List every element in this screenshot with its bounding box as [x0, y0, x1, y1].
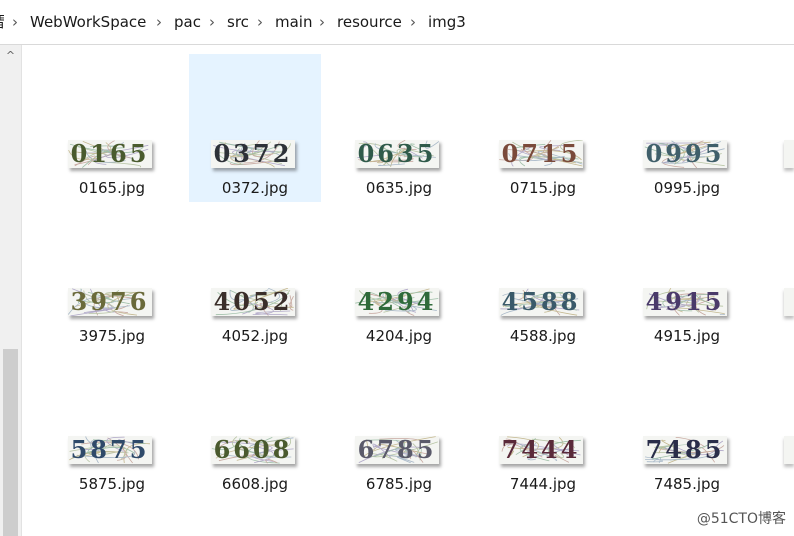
captcha-text: 4052	[213, 288, 293, 316]
file-thumbnail-partial[interactable]	[784, 288, 794, 316]
breadcrumb-separator[interactable]: ›	[410, 12, 416, 32]
captcha-text: 6608	[213, 436, 293, 464]
breadcrumb-item-resource[interactable]: resource	[337, 12, 402, 32]
file-name-label: 0165.jpg	[78, 179, 146, 197]
captcha-text: 0635	[357, 140, 437, 168]
file-name-label: 4915.jpg	[653, 327, 721, 345]
captcha-text: 4915	[645, 288, 725, 316]
file-name-label: 4588.jpg	[509, 327, 577, 345]
captcha-thumbnail[interactable]: 7485	[643, 436, 727, 464]
file-name-label: 4052.jpg	[221, 327, 289, 345]
file-item[interactable]: 5875 5875.jpg	[46, 350, 178, 498]
captcha-text: 7485	[645, 436, 725, 464]
captcha-text: 3976	[70, 288, 150, 316]
file-item[interactable]: 7485 7485.jpg	[621, 350, 753, 498]
captcha-thumbnail[interactable]: 6608	[211, 436, 295, 464]
file-name-label: 0372.jpg	[221, 179, 289, 197]
captcha-thumbnail[interactable]: 0635	[355, 140, 439, 168]
vertical-scrollbar[interactable]: ^	[0, 45, 22, 536]
breadcrumb-overflow-fragment: 晶	[0, 12, 4, 32]
captcha-text: 6785	[357, 436, 437, 464]
breadcrumb-separator[interactable]: ›	[257, 12, 263, 32]
file-name-label: 3975.jpg	[78, 327, 146, 345]
file-item[interactable]: 0635 0635.jpg	[333, 54, 465, 202]
captcha-thumbnail[interactable]: 4915	[643, 288, 727, 316]
file-item[interactable]: 4294 4204.jpg	[333, 202, 465, 350]
captcha-text: 7444	[501, 436, 581, 464]
file-name-label: 4204.jpg	[365, 327, 433, 345]
file-thumbnail-partial[interactable]	[784, 436, 794, 464]
captcha-text: 0372	[213, 140, 293, 168]
file-name-label: 7444.jpg	[509, 475, 577, 493]
breadcrumb-item-img3[interactable]: img3	[428, 12, 466, 32]
file-item[interactable]: 7444 7444.jpg	[477, 350, 609, 498]
file-item[interactable]: 4588 4588.jpg	[477, 202, 609, 350]
captcha-thumbnail[interactable]: 0715	[499, 140, 583, 168]
file-name-label: 0715.jpg	[509, 179, 577, 197]
captcha-text: 0995	[645, 140, 725, 168]
breadcrumb-item-src[interactable]: src	[227, 12, 249, 32]
file-item[interactable]: 4915 4915.jpg	[621, 202, 753, 350]
file-item[interactable]: 3976 3975.jpg	[46, 202, 178, 350]
file-item[interactable]: 0715 0715.jpg	[477, 54, 609, 202]
breadcrumb-separator[interactable]: ›	[156, 12, 162, 32]
captcha-thumbnail[interactable]: 0995	[643, 140, 727, 168]
file-name-label: 0635.jpg	[365, 179, 433, 197]
scrollbar-thumb[interactable]	[3, 349, 18, 536]
captcha-text: 5875	[70, 436, 150, 464]
file-item[interactable]: 0995 0995.jpg	[621, 54, 753, 202]
file-thumbnail-partial[interactable]	[784, 140, 794, 168]
file-item[interactable]: 6785 6785.jpg	[333, 350, 465, 498]
file-item[interactable]: 0165 0165.jpg	[46, 54, 178, 202]
captcha-thumbnail[interactable]: 0165	[68, 140, 152, 168]
captcha-thumbnail[interactable]: 3976	[68, 288, 152, 316]
breadcrumb-separator[interactable]: ›	[209, 12, 215, 32]
file-item[interactable]: 0372 0372.jpg	[189, 54, 321, 202]
captcha-thumbnail[interactable]: 7444	[499, 436, 583, 464]
scroll-up-arrow-icon[interactable]: ^	[4, 49, 17, 62]
breadcrumb-item-webworkspace[interactable]: WebWorkSpace	[30, 12, 146, 32]
watermark: @51CTO博客	[696, 511, 786, 527]
file-name-label: 5875.jpg	[78, 475, 146, 493]
captcha-text: 4588	[501, 288, 581, 316]
address-bar[interactable]: 晶 › WebWorkSpace › pac › src › main › re…	[0, 0, 794, 45]
captcha-thumbnail[interactable]: 4294	[355, 288, 439, 316]
breadcrumb-item-main[interactable]: main	[275, 12, 312, 32]
captcha-text: 4294	[357, 288, 437, 316]
captcha-thumbnail[interactable]: 0372	[211, 140, 295, 168]
captcha-thumbnail[interactable]: 4052	[211, 288, 295, 316]
file-item[interactable]: 6608 6608.jpg	[189, 350, 321, 498]
file-name-label: 6608.jpg	[221, 475, 289, 493]
file-name-label: 7485.jpg	[653, 475, 721, 493]
breadcrumb-item-pac[interactable]: pac	[174, 12, 201, 32]
breadcrumb-separator[interactable]: ›	[319, 12, 325, 32]
file-item[interactable]: 4052 4052.jpg	[189, 202, 321, 350]
breadcrumb-separator: ›	[12, 13, 18, 31]
file-name-label: 6785.jpg	[365, 475, 433, 493]
file-name-label: 0995.jpg	[653, 179, 721, 197]
captcha-thumbnail[interactable]: 5875	[68, 436, 152, 464]
captcha-thumbnail[interactable]: 4588	[499, 288, 583, 316]
captcha-thumbnail[interactable]: 6785	[355, 436, 439, 464]
captcha-text: 0165	[70, 140, 150, 168]
captcha-text: 0715	[501, 140, 581, 168]
